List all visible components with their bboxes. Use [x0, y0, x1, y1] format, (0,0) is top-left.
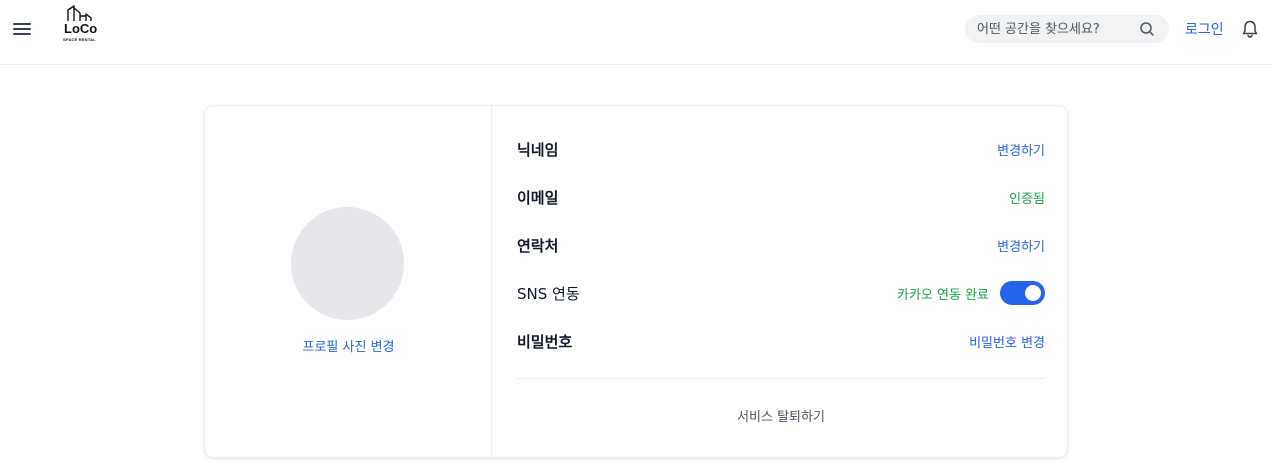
- bell-icon[interactable]: [1240, 19, 1260, 39]
- search-bar: [965, 15, 1169, 43]
- logo-tagline: SPACE RENTAL: [63, 37, 96, 42]
- email-row: 이메일 인증됨: [517, 185, 1045, 209]
- nickname-row: 닉네임 변경하기: [517, 137, 1045, 161]
- divider: [517, 378, 1045, 379]
- search-icon[interactable]: [1139, 21, 1155, 37]
- sns-status-text: 카카오 연동 완료: [897, 288, 989, 303]
- email-label: 이메일: [517, 189, 559, 207]
- withdraw-service-link[interactable]: 서비스 탈퇴하기: [517, 406, 1045, 425]
- top-header: LoCo SPACE RENTAL 로그인: [0, 0, 1272, 65]
- password-label: 비밀번호: [517, 333, 573, 351]
- nickname-label: 닉네임: [517, 141, 559, 159]
- password-row: 비밀번호 비밀번호 변경: [517, 329, 1045, 353]
- contact-row: 연락처 변경하기: [517, 233, 1045, 257]
- avatar[interactable]: [291, 207, 404, 320]
- logo-text[interactable]: LoCo: [64, 21, 97, 36]
- profile-settings-card: 프로필 사진 변경 닉네임 변경하기 이메일 인증됨 연락처 변경하기 SNS …: [204, 105, 1068, 458]
- email-verified-status: 인증됨: [1009, 192, 1045, 207]
- hamburger-menu-icon[interactable]: [11, 19, 33, 39]
- contact-label: 연락처: [517, 237, 559, 255]
- sns-toggle[interactable]: [1000, 281, 1045, 305]
- search-input[interactable]: [977, 20, 1137, 38]
- profile-photo-panel: 프로필 사진 변경: [205, 106, 492, 457]
- sns-row: SNS 연동 카카오 연동 완료: [517, 281, 1045, 305]
- change-password-link[interactable]: 비밀번호 변경: [969, 332, 1045, 351]
- login-link[interactable]: 로그인: [1185, 19, 1224, 39]
- toggle-knob: [1025, 285, 1041, 301]
- change-nickname-link[interactable]: 변경하기: [997, 140, 1045, 159]
- change-profile-photo-link[interactable]: 프로필 사진 변경: [205, 336, 492, 355]
- sns-label: SNS 연동: [517, 285, 580, 303]
- change-contact-link[interactable]: 변경하기: [997, 236, 1045, 255]
